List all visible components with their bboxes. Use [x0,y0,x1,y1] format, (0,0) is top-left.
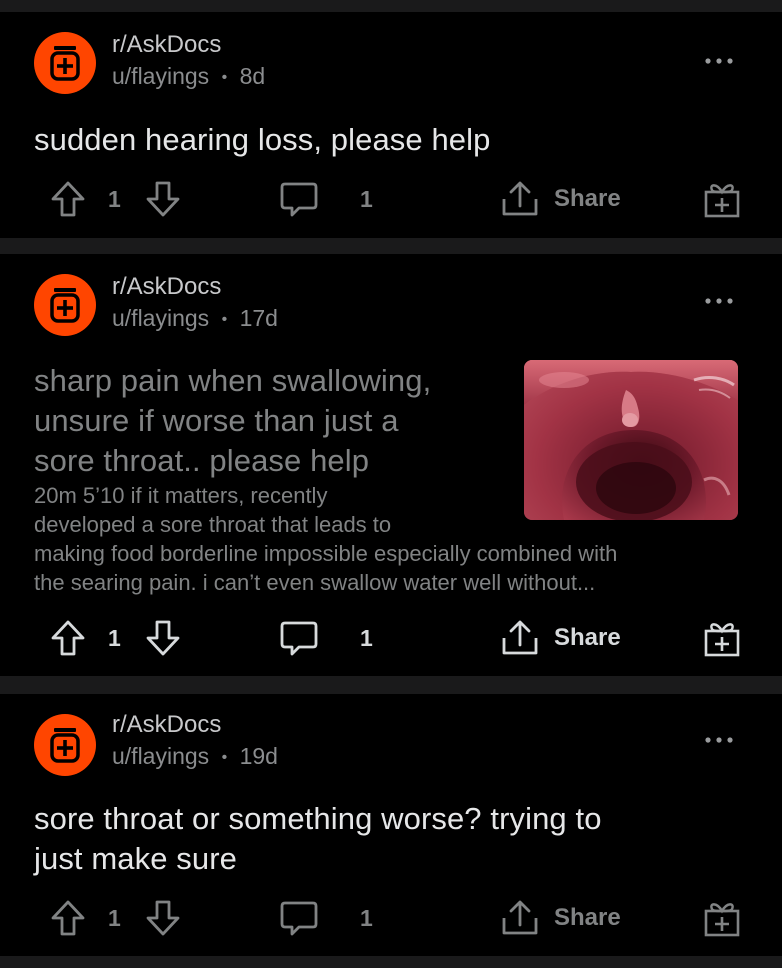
post-title[interactable]: sore throat or something worse? trying t… [34,799,602,879]
meta-separator: • [221,310,228,328]
post-meta: u/flayings • 17d [112,305,278,332]
upvote-button[interactable] [50,171,86,227]
upvote-arrow-icon [50,899,86,937]
downvote-button[interactable] [145,610,181,666]
subreddit-avatar[interactable] [34,32,96,94]
more-options-icon[interactable] [704,735,734,745]
post-title[interactable]: sharp pain when swallowing, unsure if wo… [34,361,504,481]
post-title-line: unsure if worse than just a [34,403,399,438]
post-body-line: making food borderline impossible especi… [34,541,618,566]
comment-button[interactable]: 1 [279,171,373,227]
post-title-line: sore throat.. please help [34,443,370,478]
award-gift-icon [703,618,741,658]
meta-separator: • [221,68,228,86]
upvote-arrow-icon [50,180,86,218]
comment-count: 1 [360,624,373,651]
upvote-button[interactable] [50,610,86,666]
author-name[interactable]: u/flayings [112,305,209,331]
comment-bubble-icon [279,898,319,938]
comment-bubble-icon [279,179,319,219]
feed-post[interactable]: r/AskDocs u/flayings • 17d sharp pain wh… [0,254,782,676]
upvote-arrow-icon [50,619,86,657]
downvote-arrow-icon [145,619,181,657]
feed-divider [0,676,782,694]
award-gift-icon [703,898,741,938]
share-icon [500,179,540,219]
comment-count: 1 [360,185,373,212]
share-label: Share [554,624,621,651]
vote-count: 1 [108,185,121,212]
award-gift-icon [703,179,741,219]
author-name[interactable]: u/flayings [112,743,209,769]
award-button[interactable] [703,610,741,666]
post-meta: u/flayings • 19d [112,743,278,770]
award-button[interactable] [703,171,741,227]
post-thumbnail[interactable] [524,360,738,520]
comment-button[interactable]: 1 [279,610,373,666]
post-age: 17d [239,305,278,331]
share-button[interactable]: Share [500,610,621,666]
meta-separator: • [221,748,228,766]
medicine-bottle-icon [48,726,82,764]
post-title-line: just make sure [34,841,237,876]
subreddit-name[interactable]: r/AskDocs [112,711,221,739]
share-button[interactable]: Share [500,890,621,946]
downvote-button[interactable] [145,171,181,227]
post-title-line: sharp pain when swallowing, [34,363,432,398]
subreddit-name[interactable]: r/AskDocs [112,273,221,301]
post-age: 19d [239,743,278,769]
author-name[interactable]: u/flayings [112,63,209,89]
subreddit-name[interactable]: r/AskDocs [112,31,221,59]
medicine-bottle-icon [48,44,82,82]
vote-count: 1 [108,624,121,651]
subreddit-avatar[interactable] [34,274,96,336]
subreddit-avatar[interactable] [34,714,96,776]
upvote-button[interactable] [50,890,86,946]
post-actions: 1 1 Share [0,890,782,946]
share-label: Share [554,185,621,212]
feed-divider [0,238,782,254]
post-actions: 1 1 Share [0,171,782,227]
more-options-icon[interactable] [704,56,734,66]
feed-post[interactable]: r/AskDocs u/flayings • 19d sore throat o… [0,694,782,956]
post-title-line: sore throat or something worse? trying t… [34,801,602,836]
medicine-bottle-icon [48,286,82,324]
post-actions: 1 1 Share [0,610,782,666]
more-options-icon[interactable] [704,296,734,306]
share-label: Share [554,904,621,931]
vote-count: 1 [108,904,121,931]
post-meta: u/flayings • 8d [112,63,265,90]
downvote-button[interactable] [145,890,181,946]
downvote-arrow-icon [145,899,181,937]
share-icon [500,618,540,658]
share-icon [500,898,540,938]
feed-divider [0,956,782,968]
feed-divider [0,0,782,12]
post-body-line: the searing pain. i can’t even swallow w… [34,570,596,595]
share-button[interactable]: Share [500,171,621,227]
comment-bubble-icon [279,618,319,658]
comment-count: 1 [360,904,373,931]
feed-post[interactable]: r/AskDocs u/flayings • 8d sudden hearing… [0,12,782,238]
downvote-arrow-icon [145,180,181,218]
award-button[interactable] [703,890,741,946]
post-age: 8d [239,63,266,89]
post-title[interactable]: sudden hearing loss, please help [34,120,490,160]
comment-button[interactable]: 1 [279,890,373,946]
